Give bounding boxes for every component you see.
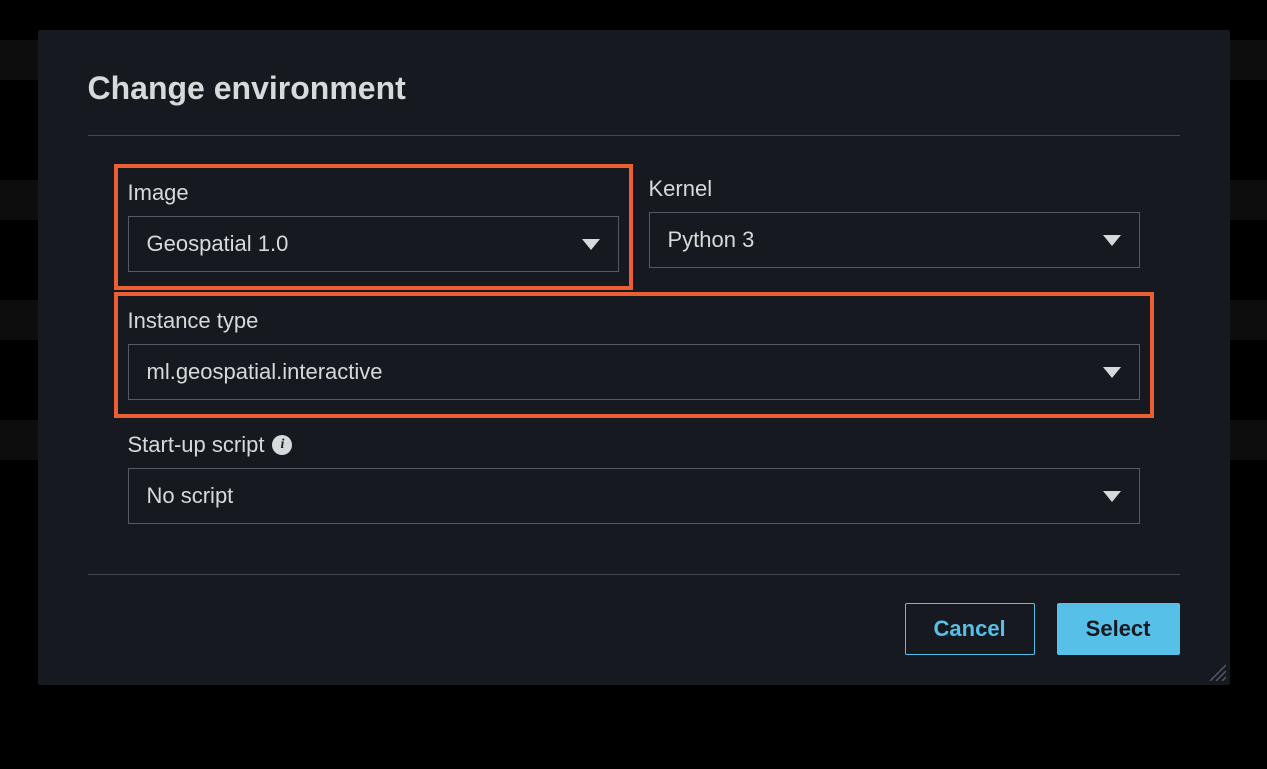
change-environment-modal: Change environment Image Geospatial 1.0 … [38,30,1230,685]
startup-script-value: No script [147,483,234,509]
info-icon[interactable]: i [272,435,292,455]
modal-footer: Cancel Select [88,575,1180,655]
instance-type-highlight: Instance type ml.geospatial.interactive [114,292,1154,418]
instance-type-label: Instance type [128,308,259,334]
kernel-select[interactable]: Python 3 [649,212,1140,268]
instance-type-select[interactable]: ml.geospatial.interactive [128,344,1140,400]
chevron-down-icon [582,239,600,250]
startup-script-select[interactable]: No script [128,468,1140,524]
chevron-down-icon [1103,235,1121,246]
image-select[interactable]: Geospatial 1.0 [128,216,619,272]
modal-title: Change environment [88,70,1180,107]
cancel-button[interactable]: Cancel [905,603,1035,655]
select-button[interactable]: Select [1057,603,1180,655]
chevron-down-icon [1103,367,1121,378]
form-area: Image Geospatial 1.0 Kernel Python 3 [88,136,1180,574]
image-field-wrapper: Image Geospatial 1.0 [128,176,619,278]
image-label: Image [128,180,189,206]
resize-handle-icon[interactable] [1206,661,1226,681]
kernel-field-wrapper: Kernel Python 3 [649,176,1140,278]
kernel-value: Python 3 [668,227,755,253]
startup-script-label: Start-up script [128,432,265,458]
kernel-label: Kernel [649,176,713,202]
startup-script-field-wrapper: Start-up script i No script [128,432,1140,524]
image-value: Geospatial 1.0 [147,231,289,257]
image-highlight: Image Geospatial 1.0 [114,164,633,290]
chevron-down-icon [1103,491,1121,502]
instance-type-value: ml.geospatial.interactive [147,359,383,385]
instance-type-field-wrapper: Instance type ml.geospatial.interactive [128,304,1140,406]
